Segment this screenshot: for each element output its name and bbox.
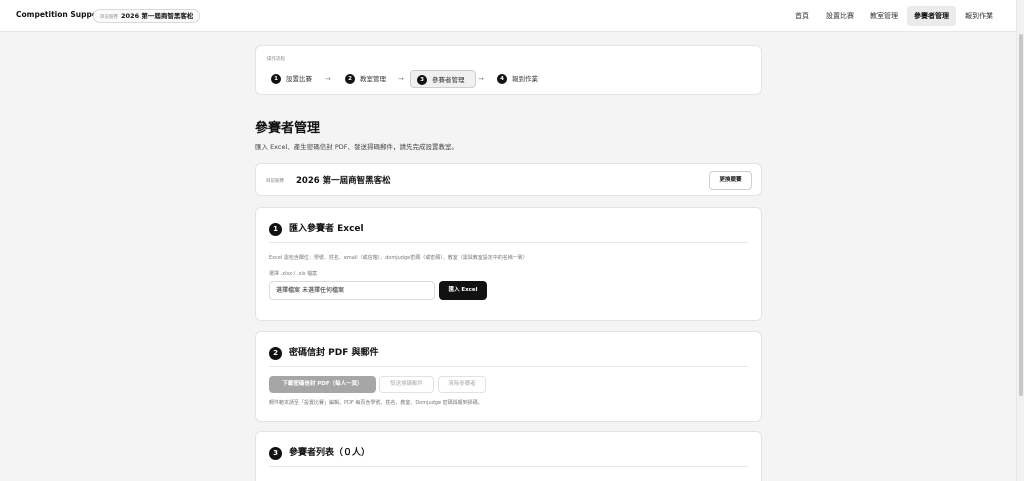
step-label: 報到作業	[512, 75, 538, 83]
current-competition-pill-name: 2026 第一屆商智黑客松	[121, 12, 194, 20]
step-check-in[interactable]: 4 報到作業	[497, 70, 538, 88]
nav-classroom-management[interactable]: 教室管理	[864, 6, 904, 26]
workflow-label: 操作流程	[267, 57, 285, 62]
current-competition-pill-label: 目前競賽	[100, 15, 118, 20]
arrow-right-icon: →	[398, 75, 404, 83]
step-label: 參賽者管理	[432, 76, 465, 84]
arrow-right-icon: →	[325, 75, 331, 83]
nav-setup-competition[interactable]: 設置比賽	[820, 6, 860, 26]
section-divider	[269, 366, 748, 367]
pdf-section-title-text: 密碼信封 PDF 與郵件	[289, 348, 379, 358]
nav-home[interactable]: 首頁	[787, 6, 817, 26]
arrow-right-icon: →	[478, 75, 484, 83]
pdf-email-card: 2 密碼信封 PDF 與郵件 下載密碼信封 PDF（每人一頁） 發送掃碼郵件 清除…	[255, 331, 762, 422]
file-status-text: 未選擇任何檔案	[301, 287, 344, 294]
choose-file-button[interactable]: 選擇檔案	[276, 287, 300, 294]
step-classroom-management[interactable]: 2 教室管理	[345, 70, 386, 88]
section-number: 2	[269, 347, 282, 360]
import-section-title-text: 匯入參賽者 Excel	[289, 224, 364, 234]
section-number: 1	[269, 223, 282, 236]
list-section-title-text: 參賽者列表（０人）	[289, 448, 371, 458]
step-number: 1	[271, 74, 281, 84]
pdf-note: 郵件範本請至「設置比賽」編輯。PDF 每頁含學號、姓名、教室、Domjudge …	[269, 400, 483, 406]
section-number: 3	[269, 447, 282, 460]
list-section-title: 3 參賽者列表（０人）	[269, 446, 370, 460]
step-setup-competition[interactable]: 1 設置比賽	[271, 70, 312, 88]
import-section-title: 1 匯入參賽者 Excel	[269, 222, 364, 236]
pdf-section-title: 2 密碼信封 PDF 與郵件	[269, 346, 378, 360]
import-excel-button[interactable]: 匯入 Excel	[439, 281, 487, 300]
clear-participants-button[interactable]: 清除參賽者	[438, 376, 486, 393]
page-scrollbar[interactable]	[1016, 0, 1024, 481]
current-competition-label: 目前競賽	[266, 179, 284, 184]
download-pdf-button[interactable]: 下載密碼信封 PDF（每人一頁）	[269, 376, 376, 393]
current-competition-pill: 目前競賽 2026 第一屆商智黑客松	[93, 9, 201, 23]
step-number: 2	[345, 74, 355, 84]
step-number: 3	[417, 75, 427, 85]
brand-title[interactable]: Competition Support	[16, 10, 104, 19]
section-divider	[269, 466, 748, 467]
step-label: 教室管理	[360, 75, 386, 83]
excel-format-hint: Excel 需包含欄位：學號、姓名、email（或信箱）、domjudge密碼（…	[269, 255, 528, 261]
scrollbar-thumb[interactable]	[1019, 34, 1023, 396]
current-competition-card: 目前競賽 2026 第一屆商智黑客松 更換競賽	[255, 163, 762, 196]
page-subtitle: 匯入 Excel、產生密碼信封 PDF、發送掃碼郵件，請先完成設置教室。	[255, 143, 459, 151]
send-email-button[interactable]: 發送掃碼郵件	[379, 376, 434, 393]
page-title: 參賽者管理	[255, 121, 321, 136]
step-participant-management[interactable]: 3 參賽者管理	[410, 70, 476, 88]
step-number: 4	[497, 74, 507, 84]
participant-list-card: 3 參賽者列表（０人）	[255, 431, 762, 481]
section-divider	[269, 242, 748, 243]
nav-participant-management[interactable]: 參賽者管理	[907, 6, 956, 26]
top-navbar: Competition Support 目前競賽 2026 第一屆商智黑客松 首頁…	[0, 0, 1024, 32]
current-competition-name: 2026 第一屆商智黑客松	[296, 176, 391, 186]
import-excel-card: 1 匯入參賽者 Excel Excel 需包含欄位：學號、姓名、email（或信箱…	[255, 207, 762, 321]
workflow-steps-card: 操作流程 1 設置比賽 → 2 教室管理 → 3 參賽者管理 → 4 報到作業	[255, 45, 762, 95]
nav-check-in[interactable]: 報到作業	[959, 6, 999, 26]
switch-competition-button[interactable]: 更換競賽	[709, 171, 752, 190]
step-label: 設置比賽	[286, 75, 312, 83]
file-type-label: 選擇 .xlsx / .xls 檔案	[269, 271, 318, 277]
file-input[interactable]: 選擇檔案 未選擇任何檔案	[269, 281, 435, 300]
